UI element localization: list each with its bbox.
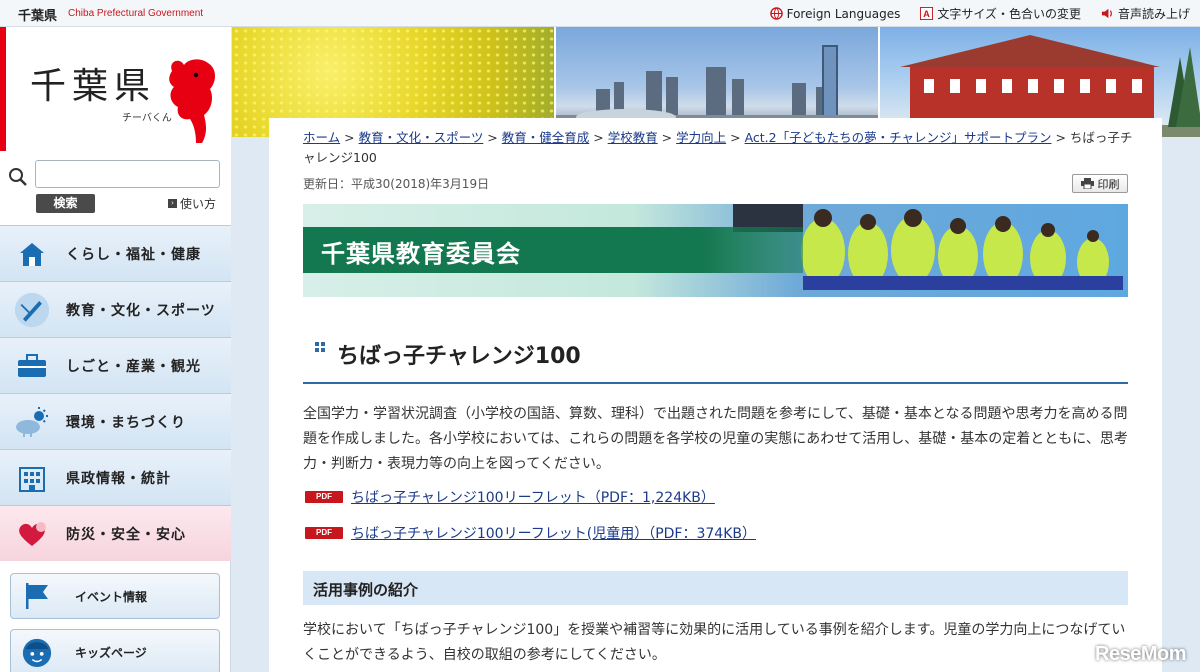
breadcrumb: ホーム > 教育・文化・スポーツ > 教育・健全育成 > 学校教育 > 学力向上… [303,130,1133,165]
flag-icon [26,583,48,609]
nav-label: 教育・文化・スポーツ [66,302,216,319]
pen-icon [14,292,50,327]
print-button[interactable]: 印刷 [1072,174,1128,193]
briefcase-icon [18,353,46,377]
font-size-color-label: 文字サイズ・色合いの変更 [937,7,1081,21]
breadcrumb-education-culture-sports[interactable]: 教育・文化・スポーツ [359,130,484,145]
breadcrumb-act2-support-plan[interactable]: Act.2「子どもたちの夢・チャレンジ」サポートプラン [745,130,1052,145]
search-button[interactable]: 検索 [36,194,95,213]
search-howto-label: 使い方 [180,197,217,211]
kids-page-button[interactable]: キッズページ [10,629,220,672]
breadcrumb-academic-improvement[interactable]: 学力向上 [676,130,726,145]
heading-bullet-icon [315,342,325,352]
arrow-right-icon: › [168,199,177,208]
main-content: ホーム > 教育・文化・スポーツ > 教育・健全育成 > 学校教育 > 学力向上… [269,118,1162,672]
utility-links: Foreign Languages A 文字サイズ・色合いの変更 音声読み上げ [769,5,1190,22]
section-heading: 活用事例の紹介 [303,571,1128,605]
globe-icon [769,7,783,20]
nav-label: 防災・安全・安心 [66,526,186,543]
sidebar: 千葉県 チーバくん 検索 › 使い方 くらし・福祉・健康 教育・文化・スポーツ … [0,27,231,672]
house-icon [20,242,44,266]
events-label: イベント情報 [75,589,148,604]
nav-item-disaster-safety[interactable]: 防災・安全・安心 [0,505,231,561]
font-size-icon: A [920,7,934,20]
search-input[interactable] [35,160,220,188]
pdf-link-leaflet-kids[interactable]: PDF ちばっ子チャレンジ100リーフレット(児童用）（PDF：374KB） [305,523,756,543]
section-heading-text: 活用事例の紹介 [313,581,419,599]
site-logo-text[interactable]: 千葉県 [18,5,57,24]
events-button[interactable]: イベント情報 [10,573,220,619]
updated-date: 更新日：平成30(2018)年3月19日 [303,177,490,191]
mascot-name: チーバくん [122,113,172,124]
banner-title: 千葉県教育委員会 [321,240,521,268]
kids-page-label: キッズページ [75,645,147,660]
pdf-link-leaflet-text[interactable]: ちばっ子チャレンジ100リーフレット（PDF：1,224KB） [351,487,715,507]
read-aloud-label: 音声読み上げ [1117,7,1190,21]
board-of-education-banner: 千葉県教育委員会 [303,204,1128,297]
site-logo-english[interactable]: Chiba Prefectural Government [68,8,203,19]
nav-label: 環境・まちづくり [66,414,186,431]
svg-text:A: A [923,9,930,19]
intro-paragraph: 全国学力・学習状況調査（小学校の国語、算数、理科）で出題された問題を参考にして、… [303,406,1128,472]
nav-item-education-culture-sports[interactable]: 教育・文化・スポーツ [0,281,231,337]
nav-label: くらし・福祉・健康 [66,246,201,263]
watermark-logo: ReseMom [1095,643,1186,665]
speaker-icon [1101,8,1112,19]
category-nav: くらし・福祉・健康 教育・文化・スポーツ しごと・産業・観光 環境・まちづくり … [0,225,231,561]
search-icon [9,168,27,186]
page-title: ちばっ子チャレンジ100 [337,344,581,369]
font-size-color-link[interactable]: A 文字サイズ・色合いの変更 [920,5,1081,22]
nav-item-government-statistics[interactable]: 県政情報・統計 [0,449,231,505]
nav-label: しごと・産業・観光 [66,358,201,375]
print-label: 印刷 [1097,177,1120,191]
page-heading: ちばっ子チャレンジ100 [303,330,1128,384]
pdf-link-leaflet-kids-text[interactable]: ちばっ子チャレンジ100リーフレット(児童用）（PDF：374KB） [351,523,756,543]
chiba-kun-mascot-icon [169,59,215,143]
breadcrumb-school-education[interactable]: 学校教育 [608,130,658,145]
nav-item-living-welfare-health[interactable]: くらし・福祉・健康 [0,225,231,281]
nav-label: 県政情報・統計 [66,470,171,487]
foreign-languages-label: Foreign Languages [786,6,901,21]
weather-icon [16,406,48,437]
pdf-icon: PDF [305,527,343,539]
breadcrumb-education-development[interactable]: 教育・健全育成 [502,130,590,145]
read-aloud-link[interactable]: 音声読み上げ [1101,5,1190,22]
top-bar: 千葉県 Chiba Prefectural Government Foreign… [0,0,1200,27]
section-paragraph: 学校において「ちばっ子チャレンジ100」を授業や補習等に効果的に活用している事例… [303,622,1126,663]
prefecture-logo[interactable]: 千葉県 チーバくん [0,27,231,151]
site-search: 検索 › 使い方 [0,151,231,226]
breadcrumb-home[interactable]: ホーム [303,130,340,145]
heart-icon [19,521,46,546]
pdf-icon: PDF [305,491,343,503]
foreign-languages-link[interactable]: Foreign Languages [769,5,901,22]
kid-icon [22,638,52,668]
building-icon [19,466,45,492]
logo-kanji: 千葉県 [30,66,157,107]
search-howto-link[interactable]: › 使い方 [168,195,216,212]
pdf-link-leaflet[interactable]: PDF ちばっ子チャレンジ100リーフレット（PDF：1,224KB） [305,487,715,507]
printer-icon [1080,178,1094,189]
nav-item-environment-town[interactable]: 環境・まちづくり [0,393,231,449]
nav-item-work-industry-tourism[interactable]: しごと・産業・観光 [0,337,231,393]
